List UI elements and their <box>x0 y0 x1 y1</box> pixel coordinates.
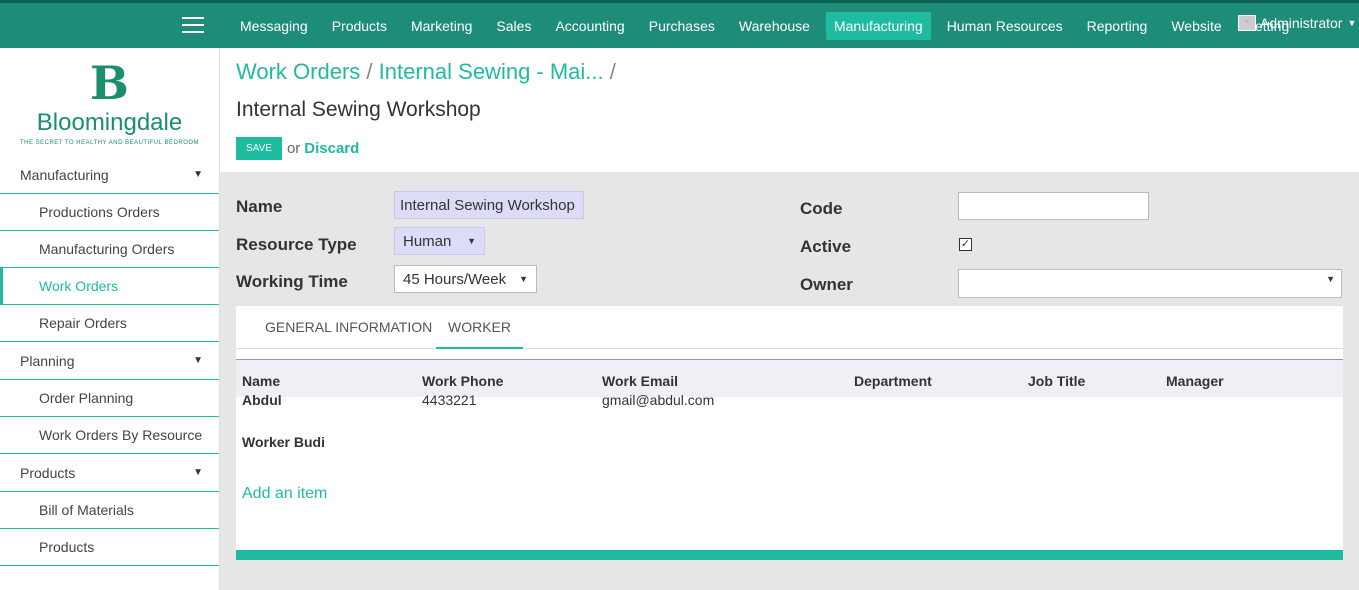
menu-human-resources[interactable]: Human Resources <box>939 12 1071 40</box>
save-button[interactable]: SAVE <box>236 137 282 160</box>
resource-type-select[interactable]: Human ▼ <box>394 227 485 255</box>
caret-down-icon: ▼ <box>193 355 203 366</box>
resource-type-value: Human <box>403 232 452 250</box>
tab-worker[interactable]: WORKER <box>436 319 523 349</box>
sidebar-item-manufacturing-orders[interactable]: Manufacturing Orders <box>0 231 219 268</box>
menu-reporting[interactable]: Reporting <box>1079 12 1156 40</box>
discard-link[interactable]: Discard <box>304 140 359 157</box>
menu-website[interactable]: Website <box>1163 12 1229 40</box>
sidebar-item-work-orders-by-resource[interactable]: Work Orders By Resource <box>0 417 219 454</box>
menu-manufacturing[interactable]: Manufacturing <box>825 11 931 40</box>
logo-tagline: THE SECRET TO HEALTHY AND BEAUTIFUL BEDR… <box>19 139 200 146</box>
name-label: Name <box>236 197 283 216</box>
hamburger-menu-icon[interactable] <box>182 17 204 35</box>
caret-down-icon: ▼ <box>193 467 203 478</box>
section-label: Planning <box>20 352 75 369</box>
sidebar-section-manufacturing[interactable]: Manufacturing ▼ <box>0 156 219 194</box>
code-field[interactable] <box>958 192 1149 220</box>
user-name: Administrator <box>1260 15 1343 31</box>
breadcrumb-record[interactable]: Internal Sewing - Mai... <box>379 59 604 84</box>
resource-type-label: Resource Type <box>236 235 357 254</box>
avatar: ▫ <box>1238 15 1256 31</box>
name-field[interactable]: Internal Sewing Workshop <box>394 191 584 219</box>
breadcrumb-work-orders[interactable]: Work Orders <box>236 59 360 84</box>
owner-select[interactable]: ▼ <box>958 269 1342 298</box>
main-menu: Messaging Products Marketing Sales Accou… <box>232 3 1305 48</box>
menu-purchases[interactable]: Purchases <box>641 12 723 40</box>
working-time-value: 45 Hours/Week <box>403 270 507 288</box>
table-row[interactable]: Worker Budi <box>236 428 1343 466</box>
working-time-select[interactable]: 45 Hours/Week ▼ <box>394 265 537 293</box>
menu-warehouse[interactable]: Warehouse <box>731 12 818 40</box>
or-text: or <box>286 140 301 157</box>
breadcrumb-separator: / <box>366 59 373 84</box>
sidebar-section-planning[interactable]: Planning ▼ <box>0 342 219 380</box>
cell-name: Abdul <box>242 392 282 408</box>
sidebar-item-products[interactable]: Products <box>0 529 219 566</box>
add-item-link[interactable]: Add an item <box>242 485 327 503</box>
panel-footer-bar <box>236 550 1343 560</box>
table-row[interactable]: Abdul 4433221 gmail@abdul.com <box>236 386 1343 424</box>
breadcrumb: Work Orders / Internal Sewing - Mai... / <box>236 59 616 85</box>
company-logo: B Bloomingdale THE SECRET TO HEALTHY AND… <box>0 48 219 156</box>
tab-general-information[interactable]: GENERAL INFORMATION <box>253 319 444 349</box>
caret-down-icon: ▼ <box>193 169 203 180</box>
working-time-label: Working Time <box>236 272 348 291</box>
dropdown-arrow-icon: ▼ <box>1326 274 1335 284</box>
form-sheet: Name Internal Sewing Workshop Resource T… <box>220 172 1359 590</box>
sidebar-section-products[interactable]: Products ▼ <box>0 454 219 492</box>
user-menu[interactable]: ▫ Administrator ▼ <box>1238 15 1356 31</box>
page-title: Internal Sewing Workshop <box>236 98 481 121</box>
logo-mark: B <box>90 55 129 110</box>
sidebar: B Bloomingdale THE SECRET TO HEALTHY AND… <box>0 48 220 590</box>
dropdown-arrow-icon: ▼ <box>467 236 476 246</box>
active-label: Active <box>800 237 852 256</box>
top-navbar: Messaging Products Marketing Sales Accou… <box>0 0 1359 48</box>
tab-bar: GENERAL INFORMATION WORKER <box>236 306 1343 349</box>
active-checkbox[interactable]: ✓ <box>959 238 972 251</box>
sidebar-item-bill-of-materials[interactable]: Bill of Materials <box>0 492 219 529</box>
menu-products[interactable]: Products <box>324 12 395 40</box>
section-label: Manufacturing <box>20 166 109 183</box>
code-label: Code <box>800 199 843 218</box>
menu-sales[interactable]: Sales <box>488 12 539 40</box>
cell-work-phone: 4433221 <box>422 392 477 408</box>
form-actions: SAVE or Discard <box>236 137 359 160</box>
sidebar-item-work-orders[interactable]: Work Orders <box>0 268 219 305</box>
dropdown-arrow-icon: ▼ <box>519 274 528 284</box>
section-label: Products <box>20 464 76 481</box>
cell-name: Worker Budi <box>242 434 325 450</box>
breadcrumb-separator: / <box>609 59 616 84</box>
menu-messaging[interactable]: Messaging <box>232 12 316 40</box>
menu-accounting[interactable]: Accounting <box>547 12 632 40</box>
sidebar-item-productions-orders[interactable]: Productions Orders <box>0 194 219 231</box>
notebook-panel: GENERAL INFORMATION WORKER Name Work Pho… <box>236 306 1343 560</box>
menu-marketing[interactable]: Marketing <box>403 12 480 40</box>
sidebar-item-repair-orders[interactable]: Repair Orders <box>0 305 219 342</box>
main-content: Work Orders / Internal Sewing - Mai... /… <box>220 48 1359 590</box>
cell-work-email: gmail@abdul.com <box>602 392 715 408</box>
logo-brand: Bloomingdale <box>36 108 183 136</box>
chevron-down-icon: ▼ <box>1347 18 1357 28</box>
sidebar-item-order-planning[interactable]: Order Planning <box>0 380 219 417</box>
owner-label: Owner <box>800 275 853 294</box>
